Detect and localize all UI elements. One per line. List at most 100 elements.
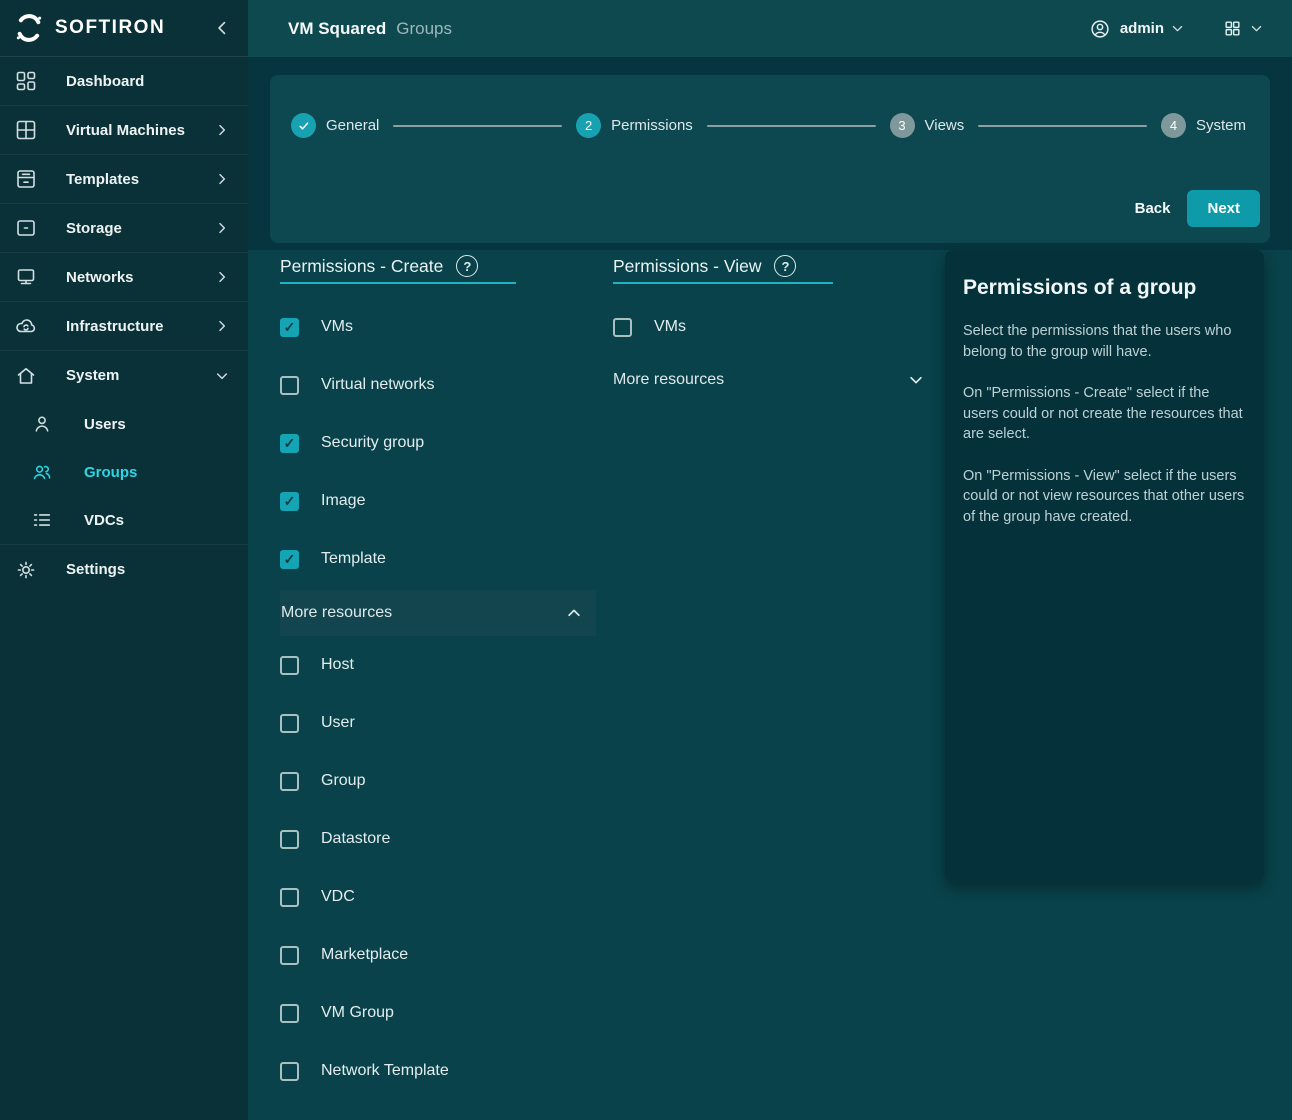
checkbox[interactable] bbox=[280, 888, 299, 907]
back-button[interactable]: Back bbox=[1135, 200, 1171, 217]
sidebar-item-label: Groups bbox=[84, 464, 137, 481]
sidebar-item-groups[interactable]: Groups bbox=[0, 448, 248, 496]
page-title-primary: VM Squared bbox=[288, 19, 386, 39]
checkbox-row[interactable]: Group bbox=[280, 752, 596, 810]
more-resources-toggle[interactable]: More resources bbox=[280, 590, 596, 636]
checkbox-label: Group bbox=[321, 772, 365, 790]
step-system[interactable]: 4 System bbox=[1161, 113, 1246, 138]
checkbox[interactable] bbox=[280, 492, 299, 511]
checkbox-row[interactable]: VMs bbox=[613, 298, 929, 356]
sidebar-item-storage[interactable]: Storage bbox=[0, 204, 248, 253]
checkbox[interactable] bbox=[280, 714, 299, 733]
checkbox[interactable] bbox=[280, 656, 299, 675]
checkbox[interactable] bbox=[280, 946, 299, 965]
step-label: Permissions bbox=[611, 117, 693, 134]
checkbox[interactable] bbox=[280, 1062, 299, 1081]
step-number: 4 bbox=[1161, 113, 1186, 138]
sidebar-item-label: Storage bbox=[66, 220, 214, 237]
templates-icon bbox=[14, 167, 38, 191]
sidebar-collapse-icon[interactable] bbox=[212, 18, 232, 38]
checkbox[interactable] bbox=[280, 550, 299, 569]
more-resources-label: More resources bbox=[613, 371, 724, 389]
checkbox-row[interactable]: Datastore bbox=[280, 810, 596, 868]
sidebar-item-system[interactable]: System bbox=[0, 351, 248, 400]
checkbox-label: Marketplace bbox=[321, 946, 408, 964]
checkbox-row[interactable]: Network Template bbox=[280, 1042, 596, 1100]
permissions-create-title: Permissions - Create bbox=[280, 256, 443, 277]
sidebar-item-settings[interactable]: Settings bbox=[0, 545, 248, 594]
checkbox[interactable] bbox=[613, 318, 632, 337]
checkbox-row[interactable]: Virtual networks bbox=[280, 356, 596, 414]
checkbox[interactable] bbox=[280, 318, 299, 337]
infrastructure-icon bbox=[14, 314, 38, 338]
page-title-secondary: Groups bbox=[396, 19, 452, 39]
sidebar-item-users[interactable]: Users bbox=[0, 400, 248, 448]
checkbox[interactable] bbox=[280, 830, 299, 849]
step-views[interactable]: 3 Views bbox=[890, 113, 965, 138]
chevron-right-icon bbox=[214, 269, 230, 285]
step-label: Views bbox=[925, 117, 965, 134]
sidebar-item-dashboard[interactable]: Dashboard bbox=[0, 57, 248, 106]
checkbox-row[interactable]: VMs bbox=[280, 298, 596, 356]
checkbox-row[interactable]: Marketplace bbox=[280, 926, 596, 984]
checkbox-label: User bbox=[321, 714, 355, 732]
sidebar-item-infrastructure[interactable]: Infrastructure bbox=[0, 302, 248, 351]
virtual-machines-icon bbox=[14, 118, 38, 142]
checkbox-row[interactable]: Image bbox=[280, 472, 596, 530]
step-label: System bbox=[1196, 117, 1246, 134]
permissions-create-list: VMs Virtual networks Security group Imag… bbox=[280, 298, 596, 588]
help-panel-title: Permissions of a group bbox=[963, 276, 1246, 300]
user-icon bbox=[31, 413, 53, 435]
app-window: SOFTIRON Dashboard Virtual Machines bbox=[0, 0, 1292, 1120]
checkbox-row[interactable]: User bbox=[280, 694, 596, 752]
chevron-right-icon bbox=[214, 220, 230, 236]
sidebar-item-virtual-machines[interactable]: Virtual Machines bbox=[0, 106, 248, 155]
apps-menu[interactable] bbox=[1223, 19, 1264, 38]
chevron-right-icon bbox=[214, 171, 230, 187]
help-question-icon[interactable] bbox=[774, 255, 796, 277]
brand-row: SOFTIRON bbox=[0, 0, 248, 57]
step-label: General bbox=[326, 117, 379, 134]
sidebar-item-label: Virtual Machines bbox=[66, 122, 214, 139]
sidebar-item-networks[interactable]: Networks bbox=[0, 253, 248, 302]
dashboard-icon bbox=[14, 69, 38, 93]
checkbox[interactable] bbox=[280, 1004, 299, 1023]
sidebar: SOFTIRON Dashboard Virtual Machines bbox=[0, 0, 248, 1120]
step-number: 2 bbox=[576, 113, 601, 138]
permissions-view-section: Permissions - View VMs More resources bbox=[613, 250, 929, 402]
checkbox-row[interactable]: VM Group bbox=[280, 984, 596, 1042]
permissions-create-heading: Permissions - Create bbox=[280, 250, 516, 284]
permissions-view-title: Permissions - View bbox=[613, 256, 761, 277]
sidebar-item-templates[interactable]: Templates bbox=[0, 155, 248, 204]
checkbox-label: Template bbox=[321, 550, 386, 568]
softiron-logo-icon bbox=[13, 12, 45, 44]
chevron-down-icon bbox=[214, 368, 230, 384]
help-panel-paragraph: On "Permissions - View" select if the us… bbox=[963, 466, 1246, 528]
wizard-card: General 2 Permissions 3 Views 4 System B… bbox=[270, 75, 1270, 243]
home-icon bbox=[14, 364, 38, 388]
checkbox-row[interactable]: Host bbox=[280, 636, 596, 694]
checkbox-row[interactable]: VDC bbox=[280, 868, 596, 926]
checkbox[interactable] bbox=[280, 772, 299, 791]
chevron-right-icon bbox=[214, 122, 230, 138]
checkbox-label: Virtual networks bbox=[321, 376, 435, 394]
checkbox[interactable] bbox=[280, 376, 299, 395]
gear-icon bbox=[14, 558, 38, 582]
user-menu[interactable]: admin bbox=[1089, 18, 1185, 40]
sidebar-item-label: Networks bbox=[66, 269, 214, 286]
sidebar-item-vdcs[interactable]: VDCs bbox=[0, 496, 248, 544]
brand-name: SOFTIRON bbox=[55, 17, 212, 39]
checkbox[interactable] bbox=[280, 434, 299, 453]
more-resources-list: Host User Group Datastore VDC Marketplac… bbox=[280, 636, 596, 1100]
checkbox-label: VMs bbox=[321, 318, 353, 336]
step-permissions[interactable]: 2 Permissions bbox=[576, 113, 693, 138]
step-general[interactable]: General bbox=[291, 113, 379, 138]
help-question-icon[interactable] bbox=[456, 255, 478, 277]
permissions-create-section: Permissions - Create VMs Virtual network… bbox=[280, 250, 596, 1100]
next-button[interactable]: Next bbox=[1187, 190, 1260, 227]
appbar-right: admin bbox=[1089, 18, 1264, 40]
chevron-down-icon bbox=[907, 371, 925, 389]
checkbox-row[interactable]: Template bbox=[280, 530, 596, 588]
more-resources-toggle[interactable]: More resources bbox=[613, 358, 929, 402]
checkbox-row[interactable]: Security group bbox=[280, 414, 596, 472]
